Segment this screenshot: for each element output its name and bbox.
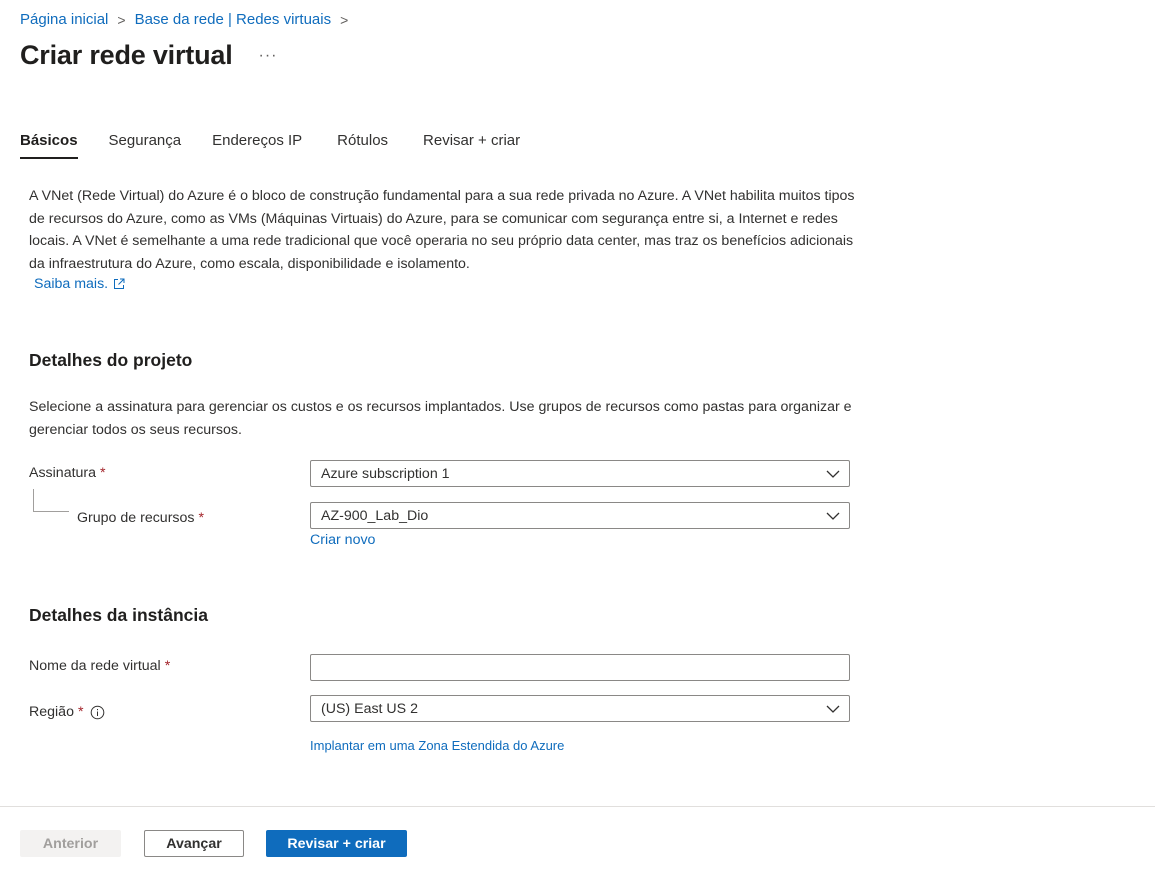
subscription-label-text: Assinatura [29,465,97,481]
breadcrumb-home-link[interactable]: Página inicial [20,11,108,28]
create-new-resource-group-link[interactable]: Criar novo [310,532,375,548]
vnet-name-input[interactable] [310,654,850,681]
breadcrumb: Página inicial > Base da rede | Redes vi… [20,11,357,28]
project-details-heading: Detalhes do projeto [29,350,193,370]
learn-more-label: Saiba mais. [34,276,109,292]
info-icon[interactable] [90,705,105,720]
tab-security[interactable]: Segurança [109,128,182,159]
extended-zone-link[interactable]: Implantar em uma Zona Estendida do Azure [310,738,564,753]
chevron-down-icon [826,470,840,478]
required-asterisk: * [77,704,84,720]
region-value: (US) East US 2 [321,700,418,717]
title-row: Criar rede virtual ··· [20,40,277,71]
breadcrumb-separator: > [340,11,349,28]
tab-bar: Básicos Segurança Endereços IP Rótulos R… [20,128,551,159]
region-label: Região * [29,704,105,720]
resource-group-label: Grupo de recursos * [77,510,204,526]
external-link-icon [114,278,125,289]
required-asterisk: * [164,658,171,674]
footer-divider [0,806,1155,807]
previous-button[interactable]: Anterior [20,830,121,857]
required-asterisk: * [198,510,205,526]
review-create-button[interactable]: Revisar + criar [266,830,407,857]
next-button[interactable]: Avançar [144,830,244,857]
instance-details-heading: Detalhes da instância [29,605,208,625]
intro-description: A VNet (Rede Virtual) do Azure é o bloco… [29,188,855,272]
tab-ip-addresses[interactable]: Endereços IP [212,128,302,159]
learn-more-link[interactable]: Saiba mais. [34,276,125,292]
page-title: Criar rede virtual [20,40,233,70]
create-vnet-page: Página inicial > Base da rede | Redes vi… [0,0,1155,871]
resource-group-label-text: Grupo de recursos [77,510,195,526]
resource-group-select[interactable]: AZ-900_Lab_Dio [310,502,850,529]
tab-basics[interactable]: Básicos [20,128,78,159]
region-label-text: Região [29,704,74,720]
region-select[interactable]: (US) East US 2 [310,695,850,722]
chevron-down-icon [826,705,840,713]
vnet-name-label-text: Nome da rede virtual [29,658,161,674]
tab-tags[interactable]: Rótulos [337,128,388,159]
tree-connector [33,511,69,512]
resource-group-value: AZ-900_Lab_Dio [321,507,429,524]
required-asterisk: * [100,465,106,481]
breadcrumb-separator: > [117,11,126,28]
subscription-label: Assinatura * [29,465,106,481]
tree-connector [33,489,34,511]
subscription-value: Azure subscription 1 [321,465,450,482]
more-options-button[interactable]: ··· [259,47,278,65]
chevron-down-icon [826,512,840,520]
breadcrumb-virtual-networks-link[interactable]: Base da rede | Redes virtuais [135,11,332,28]
subscription-select[interactable]: Azure subscription 1 [310,460,850,487]
vnet-name-label: Nome da rede virtual * [29,658,170,674]
project-details-description: Selecione a assinatura para gerenciar os… [29,399,852,438]
tab-review-create[interactable]: Revisar + criar [423,128,520,159]
